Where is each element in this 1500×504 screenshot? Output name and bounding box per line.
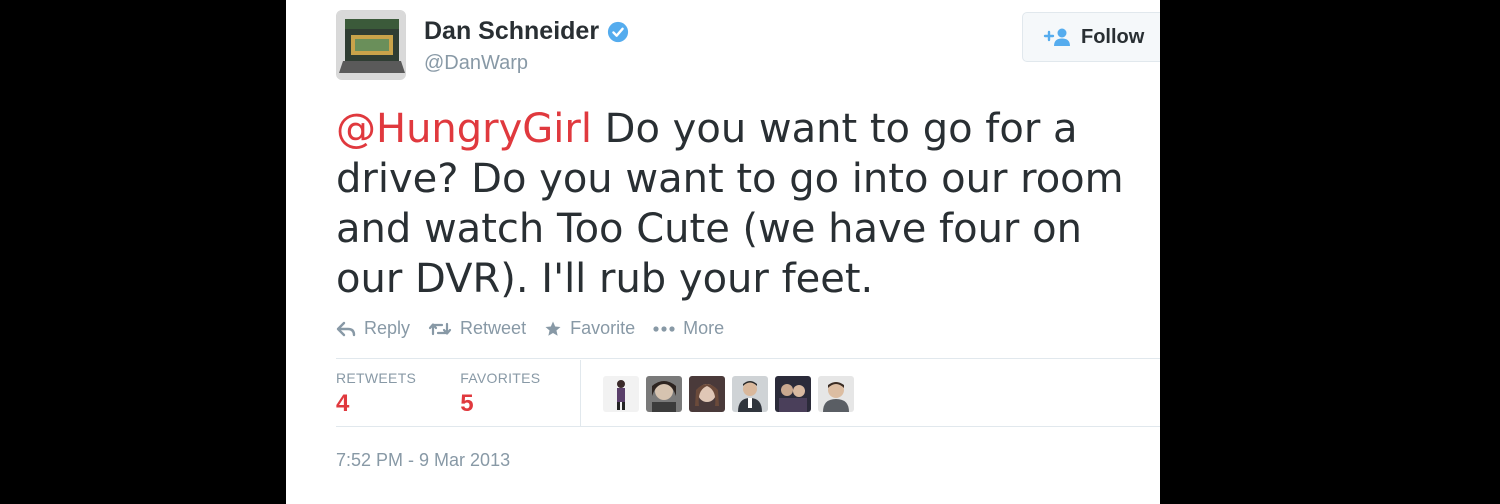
more-label: More (683, 318, 725, 338)
retweet-label: Retweet (460, 318, 527, 338)
author-name-row: Dan Schneider (424, 17, 629, 46)
author-avatar[interactable] (336, 10, 406, 80)
reply-arrow-icon (336, 321, 356, 336)
favorite-button[interactable]: Favorite (544, 318, 635, 339)
tweet-actions: Reply Retweet Favorite More (336, 318, 742, 339)
favorites-stat[interactable]: FAVORITES 5 (460, 370, 540, 418)
author-name[interactable]: Dan Schneider (424, 17, 599, 46)
star-icon (545, 321, 561, 336)
verified-badge-icon (607, 21, 629, 42)
favoriter-avatar[interactable] (646, 376, 682, 412)
favoriter-avatars (603, 376, 861, 412)
reply-button[interactable]: Reply (336, 318, 410, 339)
person-add-icon (1043, 28, 1070, 46)
favoriter-avatar[interactable] (818, 376, 854, 412)
reply-label: Reply (364, 318, 411, 338)
mention-link[interactable]: @HungryGirl (336, 106, 592, 152)
tweet-text: @HungryGirl Do you want to go for a driv… (336, 104, 1136, 304)
stats-top-divider (336, 358, 1160, 359)
author-handle[interactable]: @DanWarp (424, 52, 528, 75)
favoriter-avatar[interactable] (775, 376, 811, 412)
favoriter-avatar[interactable] (603, 376, 639, 412)
tweet-timestamp[interactable]: 7:52 PM - 9 Mar 2013 (336, 450, 510, 471)
favorites-count: 5 (460, 390, 474, 417)
follow-button[interactable]: Follow (1022, 12, 1160, 62)
stats-bottom-divider (336, 426, 1160, 427)
favoriter-avatar[interactable] (732, 376, 768, 412)
ellipsis-icon (653, 325, 675, 332)
retweets-stat[interactable]: RETWEETS 4 (336, 370, 416, 418)
stats-separator (580, 360, 581, 426)
tweet-card: Dan Schneider @DanWarp Follow @HungryGir… (286, 0, 1160, 504)
favorites-label: FAVORITES (460, 370, 541, 386)
tweet-stats: RETWEETS 4 FAVORITES 5 (336, 370, 584, 418)
retweet-button[interactable]: Retweet (428, 318, 526, 339)
retweet-icon (428, 322, 452, 335)
favoriter-avatar[interactable] (689, 376, 725, 412)
follow-label: Follow (1081, 25, 1145, 48)
favorite-label: Favorite (570, 318, 636, 338)
retweets-count: 4 (336, 390, 350, 417)
retweets-label: RETWEETS (336, 370, 417, 386)
more-button[interactable]: More (653, 318, 724, 339)
